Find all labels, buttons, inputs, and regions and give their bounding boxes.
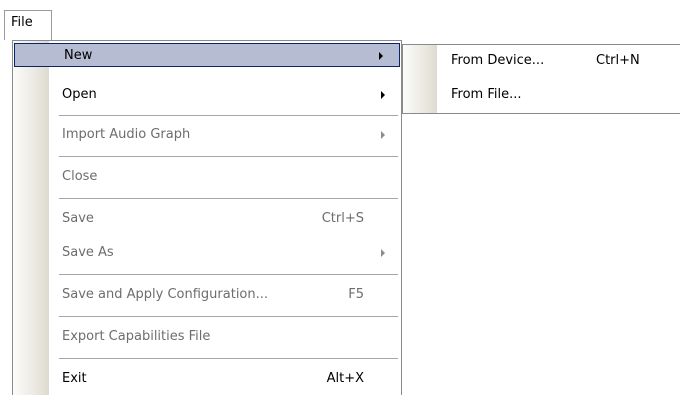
menu-item-save[interactable]: Save Ctrl+S: [13, 207, 401, 231]
menu-item-label: Exit: [62, 371, 87, 386]
menu-item-label: New: [64, 48, 93, 63]
file-menu: New Open Import Audio Graph Close Save C…: [12, 40, 402, 395]
submenu-arrow-icon: [379, 52, 383, 60]
menu-item-save-as[interactable]: Save As: [13, 241, 401, 265]
submenu-item-label: From Device...: [451, 53, 545, 68]
submenu-arrow-icon: [381, 249, 385, 257]
menu-separator: [59, 198, 398, 199]
menu-item-shortcut: Alt+X: [326, 371, 364, 386]
new-submenu: From Device... Ctrl+N From File...: [402, 44, 680, 114]
file-menu-label: File: [11, 15, 33, 30]
menu-item-label: Save As: [62, 245, 114, 260]
menu-item-exit[interactable]: Exit Alt+X: [13, 367, 401, 391]
menu-item-export-capabilities-file[interactable]: Export Capabilities File: [13, 325, 401, 349]
menu-item-open[interactable]: Open: [13, 83, 401, 107]
menu-item-label: Close: [62, 169, 98, 184]
menu-separator: [59, 156, 398, 157]
menu-item-label: Import Audio Graph: [62, 127, 191, 142]
menu-separator: [59, 115, 398, 116]
menu-separator: [59, 274, 398, 275]
submenu-arrow-icon: [381, 131, 385, 139]
menu-separator: [59, 316, 398, 317]
menu-separator: [59, 358, 398, 359]
menu-item-label: Save and Apply Configuration...: [62, 287, 269, 302]
submenu-item-from-device[interactable]: From Device... Ctrl+N: [403, 49, 680, 73]
menu-item-shortcut: Ctrl+S: [321, 211, 364, 226]
submenu-item-label: From File...: [451, 87, 522, 102]
menu-bar: File: [0, 0, 680, 40]
menu-item-label: Save: [62, 211, 94, 226]
menu-item-label: Export Capabilities File: [62, 329, 211, 344]
menu-item-new[interactable]: New: [14, 43, 400, 67]
menu-item-close[interactable]: Close: [13, 165, 401, 189]
menu-item-shortcut: F5: [348, 287, 364, 302]
menu-item-label: Open: [62, 87, 97, 102]
submenu-item-from-file[interactable]: From File...: [403, 83, 680, 107]
submenu-arrow-icon: [381, 91, 385, 99]
submenu-item-shortcut: Ctrl+N: [596, 53, 640, 68]
file-menu-button[interactable]: File: [4, 10, 52, 40]
menu-item-import-audio-graph[interactable]: Import Audio Graph: [13, 123, 401, 147]
menu-item-save-and-apply-configuration[interactable]: Save and Apply Configuration... F5: [13, 283, 401, 307]
